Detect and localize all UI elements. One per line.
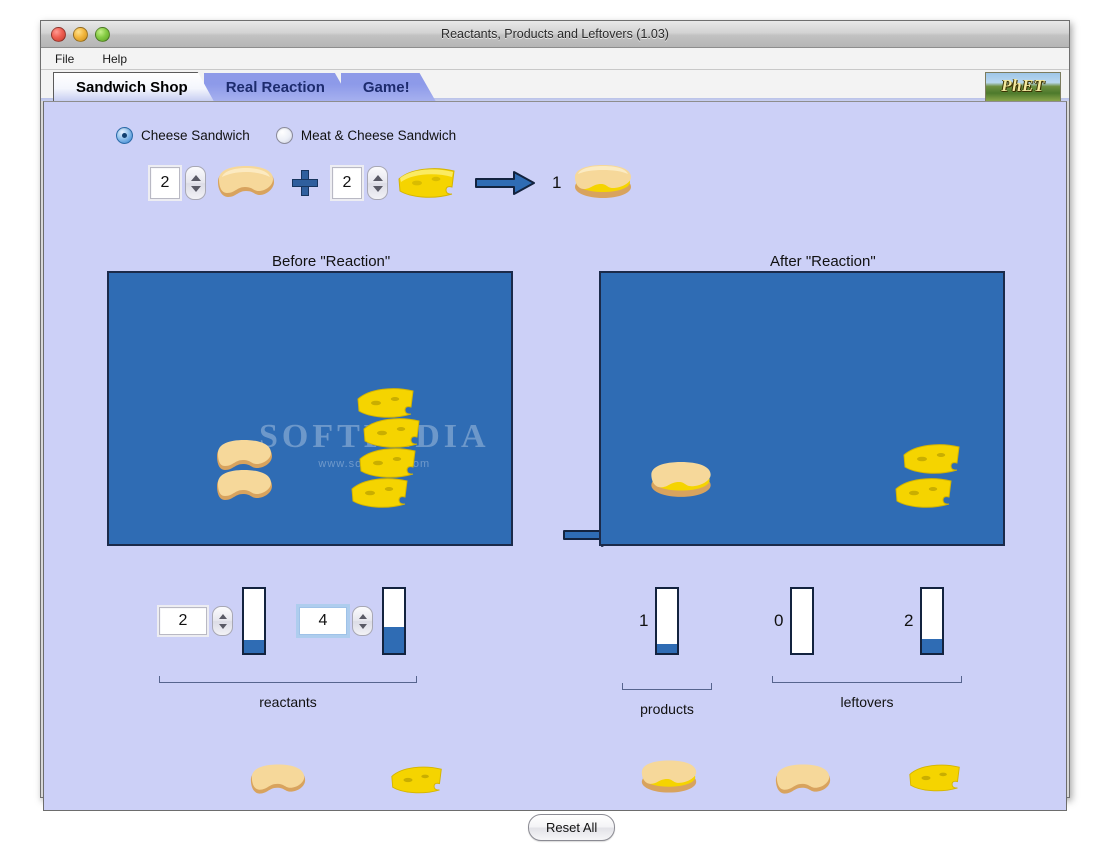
reactant-cheese-icon [391, 766, 442, 794]
after-sandwich-stack [651, 461, 711, 497]
chevron-down-icon[interactable] [218, 623, 227, 629]
bracket-right-tick [711, 683, 712, 690]
reactant-cheese-gauge [382, 587, 406, 655]
sandwich-recipe-equation: 2 2 1 [150, 162, 637, 204]
product-sandwich-value: 1 [639, 611, 649, 630]
after-cheese-stack [895, 444, 960, 508]
menu-help[interactable]: Help [98, 51, 131, 67]
reactants-label: reactants [259, 694, 317, 710]
radio-cheese-sandwich[interactable]: Cheese Sandwich [116, 127, 250, 144]
product-coefficient-value: 1 [552, 173, 562, 192]
bread-coefficient-spinner[interactable] [185, 166, 206, 200]
reactant-bread-gauge [242, 587, 266, 655]
reset-all-button[interactable]: Reset All [528, 814, 616, 841]
phet-logo-text: PhET [1001, 76, 1045, 95]
chevron-up-icon[interactable] [358, 613, 367, 619]
leftover-cheese-gauge-fill [922, 638, 943, 653]
reactant-bread-spinner[interactable] [212, 606, 233, 636]
chevron-up-icon[interactable] [190, 174, 201, 181]
reactant-cheese-gauge-fill [384, 627, 404, 653]
tab-game[interactable]: Game! [341, 73, 436, 101]
bracket-vee [280, 682, 296, 691]
product-sandwich-readout: 1 [639, 587, 680, 655]
after-reaction-box [599, 271, 1005, 546]
minimize-button-icon[interactable] [73, 26, 88, 42]
plus-operator-icon [292, 170, 318, 196]
leftover-bread-readout: 0 [774, 587, 815, 655]
before-cheese-stack [351, 388, 420, 508]
application-window: Reactants, Products and Leftovers (1.03)… [40, 20, 1070, 841]
bread-coefficient-input[interactable]: 2 [150, 167, 180, 199]
chevron-down-icon[interactable] [190, 185, 201, 192]
bracket-vee [659, 689, 675, 698]
products-label: products [640, 701, 694, 717]
cheese-coefficient-spinner[interactable] [367, 166, 388, 200]
leftover-cheese-value: 2 [904, 611, 914, 630]
leftover-cheese-readout: 2 [904, 587, 945, 655]
chevron-up-icon[interactable] [372, 174, 383, 181]
leftover-bread-value: 0 [774, 611, 784, 630]
radio-selected-icon [116, 127, 133, 144]
menubar: File Help [41, 48, 1069, 70]
desktop-background: Reactants, Products and Leftovers (1.03)… [0, 0, 1104, 848]
before-bread-stack [217, 440, 272, 500]
tab-real-reaction[interactable]: Real Reaction [204, 73, 351, 101]
tab-strip: Sandwich Shop Real Reaction Game! PhET [41, 70, 1069, 102]
product-sandwich-icon [641, 760, 697, 793]
leftover-cheese-icon [909, 764, 960, 792]
leftover-cheese-gauge [920, 587, 945, 655]
bread-slice-icon [214, 164, 278, 202]
menu-file[interactable]: File [51, 51, 78, 67]
radio-meat-cheese-sandwich[interactable]: Meat & Cheese Sandwich [275, 127, 457, 144]
after-reaction-title: After "Reaction" [770, 253, 876, 270]
product-sandwich-gauge-fill [657, 644, 678, 653]
product-sandwich-gauge [655, 587, 680, 655]
window-titlebar: Reactants, Products and Leftovers (1.03) [41, 21, 1069, 48]
reactant-cheese-spinner[interactable] [352, 606, 373, 636]
chevron-up-icon[interactable] [218, 613, 227, 619]
sandwich-type-radio-group: Cheese Sandwich Meat & Cheese Sandwich [116, 127, 456, 144]
bread-coefficient-stepper: 2 [150, 166, 206, 200]
before-reaction-box: SOFTPEDIA www.softpedia.com [107, 271, 513, 546]
close-button-icon[interactable] [51, 26, 66, 42]
reactant-bread-control: 2 [159, 587, 266, 655]
bracket-right-tick [416, 676, 417, 683]
bracket-right-tick [961, 676, 962, 683]
bracket-vee [859, 682, 875, 691]
phet-logo[interactable]: PhET [985, 72, 1061, 102]
cheese-coefficient-stepper: 2 [332, 166, 388, 200]
window-controls [51, 26, 110, 42]
reactant-cheese-control: 4 [299, 587, 406, 655]
radio-cheese-sandwich-label: Cheese Sandwich [141, 128, 250, 143]
bracket-left-tick [622, 683, 623, 690]
zoom-button-icon[interactable] [95, 26, 110, 42]
radio-meat-cheese-sandwich-label: Meat & Cheese Sandwich [300, 128, 457, 143]
simulation-canvas: Cheese Sandwich Meat & Cheese Sandwich 2 [43, 101, 1067, 841]
reaction-arrow-icon [474, 170, 536, 196]
bracket-left-tick [159, 676, 160, 683]
reactant-bread-gauge-fill [244, 640, 264, 653]
cheese-sandwich-icon [569, 162, 637, 204]
leftover-bread-gauge [790, 587, 815, 655]
cheese-coefficient-input[interactable]: 2 [332, 167, 362, 199]
reactant-bread-icon [250, 764, 306, 794]
radio-unselected-icon [275, 127, 293, 144]
chevron-down-icon[interactable] [358, 623, 367, 629]
window-title: Reactants, Products and Leftovers (1.03) [441, 27, 669, 41]
reactant-cheese-input[interactable]: 4 [299, 607, 347, 635]
bracket-left-tick [772, 676, 773, 683]
before-reaction-title: Before "Reaction" [272, 253, 391, 270]
reactant-bread-input[interactable]: 2 [159, 607, 207, 635]
tab-sandwich-shop[interactable]: Sandwich Shop [53, 72, 214, 101]
leftovers-label: leftovers [840, 694, 894, 710]
chevron-down-icon[interactable] [372, 185, 383, 192]
cheese-slice-icon [396, 163, 458, 203]
leftover-bread-icon [775, 764, 831, 794]
